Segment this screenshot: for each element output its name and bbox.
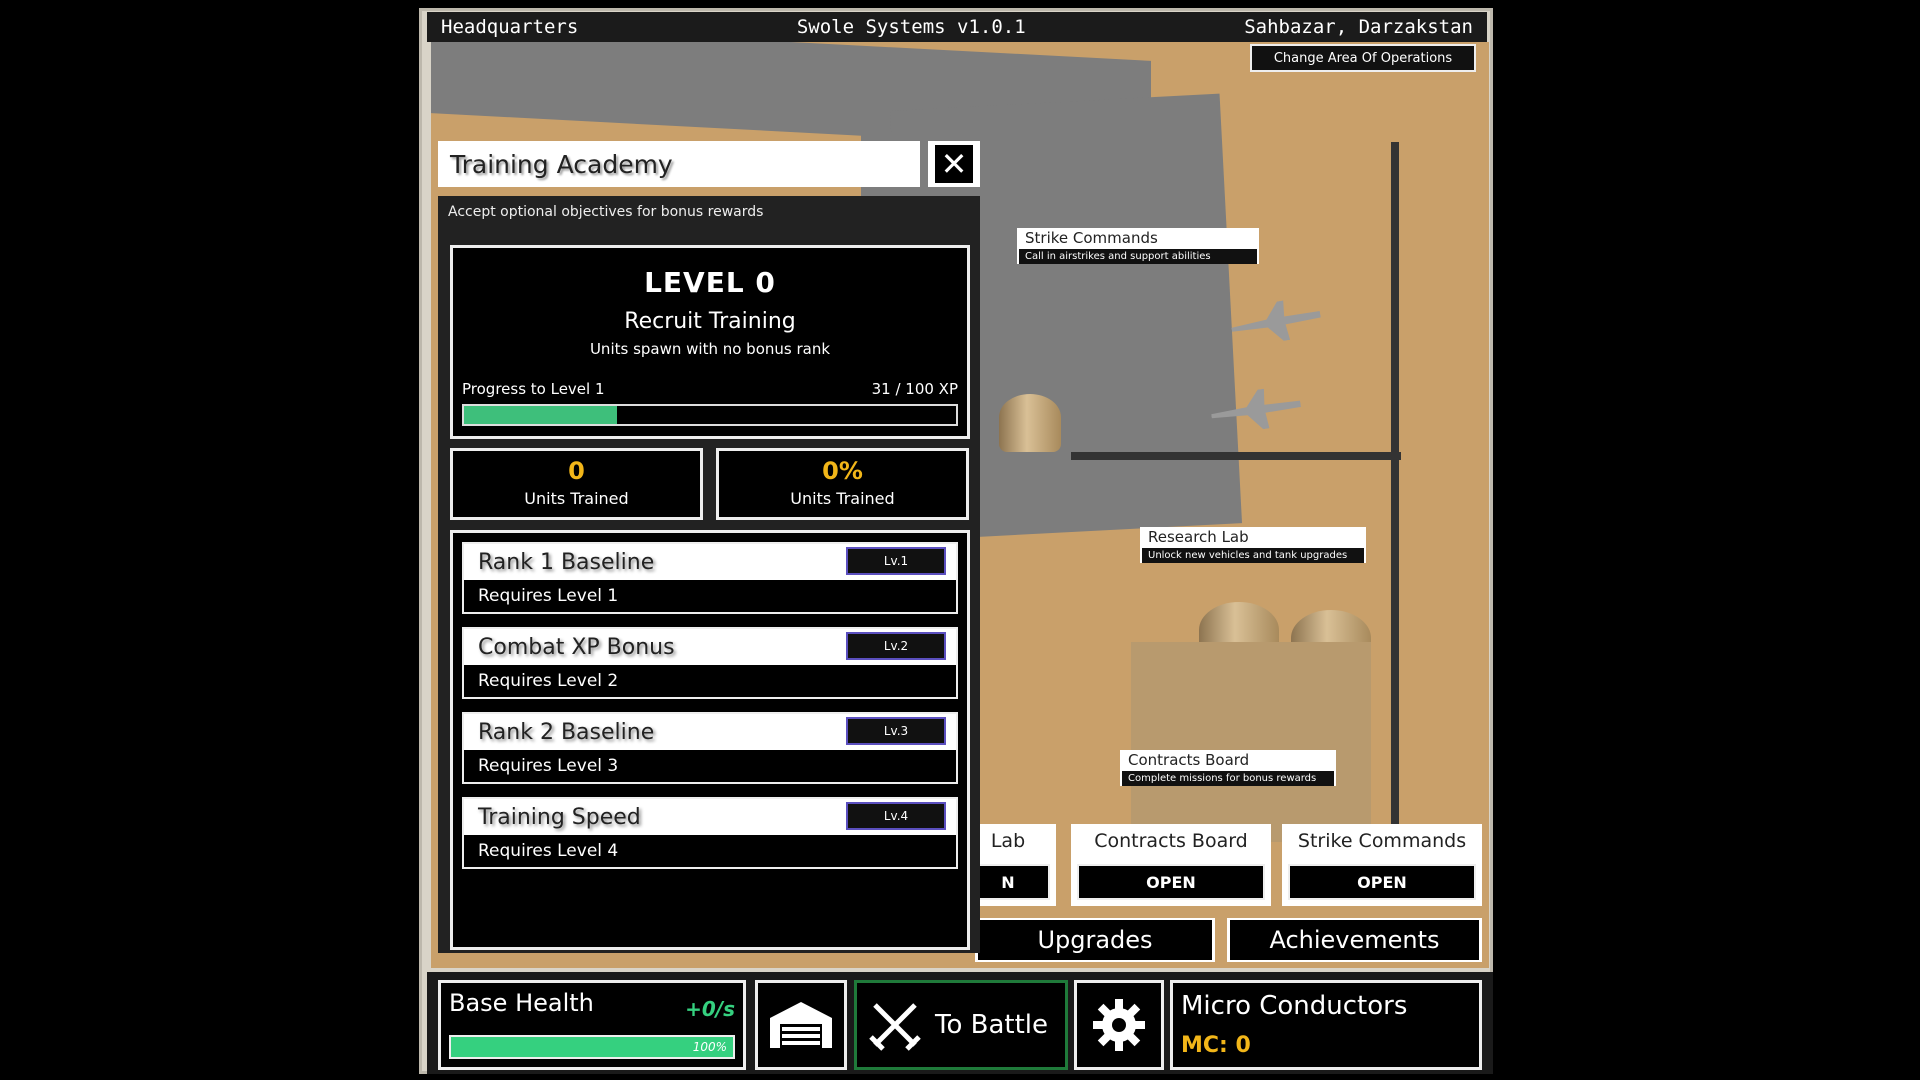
xp-progress-bar — [462, 404, 958, 426]
currency-panel: Micro Conductors MC: 0 — [1170, 980, 1482, 1070]
currency-value: MC: 0 — [1181, 1033, 1251, 1058]
top-bar: Headquarters Swole Systems v1.0.1 Sahbaz… — [427, 12, 1487, 42]
currency-title: Micro Conductors — [1181, 991, 1408, 1021]
strike-commands-map-sub: Call in airstrikes and support abilities — [1019, 249, 1257, 264]
strike-commands-card-title: Strike Commands — [1297, 830, 1467, 852]
contracts-board-card-title: Contracts Board — [1094, 830, 1248, 852]
upgrades-button[interactable]: Upgrades — [975, 918, 1215, 962]
upgrade-list: Rank 1 Baseline Lv.1 Requires Level 1 Co… — [450, 530, 970, 950]
garage-button[interactable] — [755, 980, 847, 1070]
strike-commands-card: Strike Commands OPEN — [1282, 824, 1482, 906]
base-health-value: 100% — [692, 1040, 727, 1054]
upgrade-name: Rank 2 Baseline — [478, 719, 655, 745]
contracts-board-map-sub: Complete missions for bonus rewards — [1122, 771, 1334, 786]
stat-label: Units Trained — [790, 489, 895, 508]
base-health-bar: 100% — [449, 1035, 735, 1059]
contracts-board-map-label[interactable]: Contracts Board Complete missions for bo… — [1120, 750, 1336, 786]
contracts-board-card: Contracts Board OPEN — [1071, 824, 1271, 906]
strike-commands-map-title: Strike Commands — [1025, 229, 1158, 247]
garage-icon — [770, 1002, 832, 1048]
stat-units-trained: 0 Units Trained — [450, 448, 703, 520]
achievements-button[interactable]: Achievements — [1227, 918, 1482, 962]
upgrade-requirement: Requires Level 3 — [478, 756, 619, 776]
xp-progress-fill — [464, 406, 617, 424]
upgrade-name: Rank 1 Baseline — [478, 549, 655, 575]
upgrade-item[interactable]: Combat XP Bonus Lv.2 Requires Level 2 — [462, 627, 958, 699]
change-area-button[interactable]: Change Area Of Operations — [1250, 44, 1476, 72]
stat-value: 0% — [822, 457, 863, 485]
panel-subtitle: Accept optional objectives for bonus rew… — [448, 204, 764, 220]
upgrade-name: Training Speed — [478, 804, 641, 830]
to-battle-button[interactable]: To Battle — [854, 980, 1068, 1070]
strike-commands-open-button[interactable]: OPEN — [1288, 864, 1476, 900]
level-description: Units spawn with no bonus rank — [589, 340, 831, 358]
gear-icon — [1093, 999, 1145, 1051]
upgrade-level-badge: Lv.4 — [846, 802, 946, 830]
location-title: Headquarters — [441, 16, 579, 38]
research-lab-map-sub: Unlock new vehicles and tank upgrades — [1142, 548, 1364, 563]
research-lab-map-label[interactable]: Research Lab Unlock new vehicles and tan… — [1140, 527, 1366, 563]
settings-button[interactable] — [1074, 980, 1164, 1070]
upgrade-item[interactable]: Training Speed Lv.4 Requires Level 4 — [462, 797, 958, 869]
research-lab-map-title: Research Lab — [1148, 528, 1249, 546]
upgrade-level-badge: Lv.3 — [846, 717, 946, 745]
upgrades-button-label: Upgrades — [978, 920, 1212, 960]
base-health-rate: +0/s — [685, 997, 735, 1021]
level-name: Recruit Training — [624, 309, 796, 334]
progress-label: Progress to Level 1 — [462, 380, 605, 398]
to-battle-label: To Battle — [935, 1010, 1049, 1040]
close-button[interactable]: ✕ — [928, 141, 980, 187]
level-title: LEVEL 0 — [644, 266, 776, 299]
base-health-panel: Base Health +0/s 100% — [438, 980, 746, 1070]
game-version: Swole Systems v1.0.1 — [796, 16, 1026, 38]
upgrade-name: Combat XP Bonus — [478, 634, 675, 660]
crossed-swords-icon — [869, 1003, 921, 1051]
panel-title: Training Academy — [438, 141, 920, 187]
hangar-icon — [999, 394, 1061, 452]
upgrade-item[interactable]: Rank 1 Baseline Lv.1 Requires Level 1 — [462, 542, 958, 614]
upgrade-item[interactable]: Rank 2 Baseline Lv.3 Requires Level 3 — [462, 712, 958, 784]
strike-commands-map-label[interactable]: Strike Commands Call in airstrikes and s… — [1017, 228, 1259, 264]
jet-icon — [1228, 294, 1324, 349]
progress-value: 31 / 100 XP — [871, 380, 958, 398]
upgrade-requirement: Requires Level 4 — [478, 841, 619, 861]
stat-label: Units Trained — [524, 489, 629, 508]
close-icon: ✕ — [935, 145, 973, 183]
stat-units-trained-percent: 0% Units Trained — [716, 448, 969, 520]
contracts-board-open-button[interactable]: OPEN — [1077, 864, 1265, 900]
stat-value: 0 — [568, 457, 585, 485]
area-name: Sahbazar, Darzakstan — [1244, 16, 1473, 38]
upgrade-requirement: Requires Level 2 — [478, 671, 619, 691]
base-health-label: Base Health — [449, 989, 594, 1017]
level-card: LEVEL 0 Recruit Training Units spawn wit… — [450, 245, 970, 439]
upgrade-level-badge: Lv.1 — [846, 547, 946, 575]
upgrade-level-badge: Lv.2 — [846, 632, 946, 660]
upgrade-requirement: Requires Level 1 — [478, 586, 619, 606]
contracts-board-map-title: Contracts Board — [1128, 751, 1250, 769]
achievements-button-label: Achievements — [1230, 920, 1479, 960]
